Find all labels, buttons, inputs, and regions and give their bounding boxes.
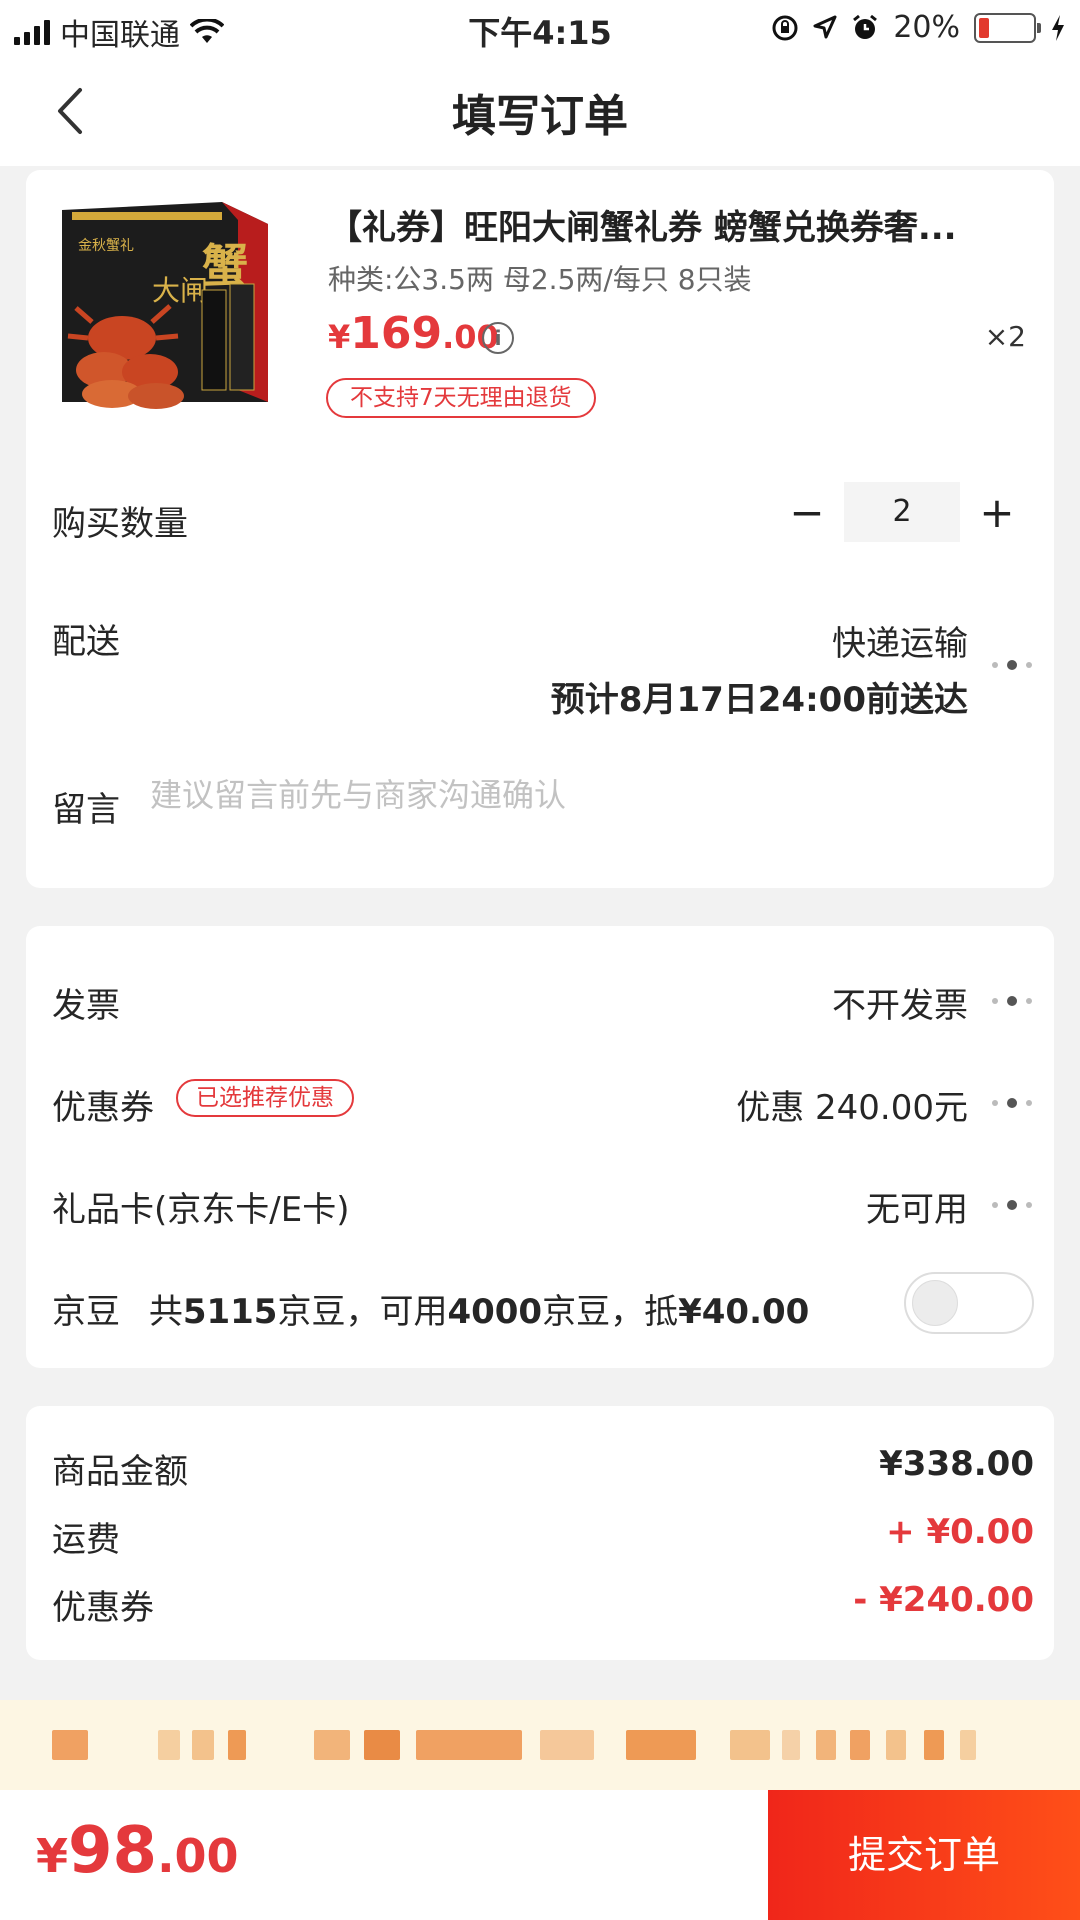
svg-text:金秋蟹礼: 金秋蟹礼: [78, 238, 134, 254]
quantity-value[interactable]: 2: [844, 482, 960, 542]
orientation-lock-icon: [772, 15, 798, 40]
product-price: ¥169.00: [328, 308, 499, 359]
jd-bean-prefix: 共: [148, 1292, 183, 1332]
shipping-label: 运费: [52, 1520, 120, 1560]
goods-amount-label: 商品金额: [52, 1452, 188, 1492]
promo-banner-blurred: [0, 1700, 1080, 1790]
giftcard-label: 礼品卡(京东卡/E卡): [52, 1190, 350, 1230]
quantity-stepper: − 2 +: [770, 482, 1034, 542]
coupon-more-icon[interactable]: [992, 1098, 1032, 1108]
delivery-method[interactable]: 快递运输: [832, 616, 968, 665]
total-integer: 98: [68, 1814, 158, 1888]
delivery-label: 配送: [52, 622, 120, 662]
page-title: 填写订单: [452, 91, 628, 142]
submit-order-button[interactable]: 提交订单: [768, 1790, 1080, 1920]
benefits-card: 发票 不开发票 优惠券 已选推荐优惠 优惠 240.00元 礼品卡(京东卡/E卡…: [26, 926, 1054, 1368]
summary-coupon-label: 优惠券: [52, 1588, 154, 1628]
coupon-tag: 已选推荐优惠: [176, 1079, 354, 1117]
product-quantity: ×2: [984, 320, 1026, 353]
total-currency: ¥: [36, 1829, 69, 1883]
svg-text:大闸: 大闸: [152, 274, 208, 307]
return-policy-badge: 不支持7天无理由退货: [326, 378, 596, 418]
product-image[interactable]: 蟹 大闸 金秋蟹礼: [52, 190, 286, 422]
coupon-label: 优惠券: [52, 1088, 154, 1128]
blur-block: [730, 1730, 770, 1760]
price-currency: ¥: [328, 318, 351, 356]
total-price: ¥98.00: [36, 1814, 239, 1888]
blur-block: [416, 1730, 522, 1760]
info-icon[interactable]: i: [482, 322, 514, 354]
blur-block: [158, 1730, 180, 1760]
jd-bean-usable: 4000: [447, 1292, 543, 1332]
blur-block: [886, 1730, 906, 1760]
summary-coupon-value: - ¥240.00: [853, 1580, 1034, 1620]
status-bar: 中国联通 下午4:15 20%: [0, 0, 1080, 56]
nav-bar: 填写订单: [0, 56, 1080, 166]
delivery-estimate[interactable]: 预计8月17日24:00前送达: [551, 672, 968, 721]
message-input[interactable]: [150, 776, 1010, 814]
order-card: 蟹 大闸 金秋蟹礼 【礼券】旺阳大闸蟹礼券 螃蟹兑换券奢... 种类:公3.5两…: [26, 170, 1054, 888]
product-spec: 种类:公3.5两 母2.5两/每只 8只装: [328, 263, 752, 296]
status-right: 20%: [771, 10, 1066, 45]
blur-block: [314, 1730, 350, 1760]
invoice-label: 发票: [52, 986, 120, 1026]
more-dots-icon[interactable]: [992, 660, 1032, 670]
charging-icon: [1052, 14, 1064, 41]
goods-amount-value: ¥338.00: [879, 1444, 1034, 1484]
quantity-minus-button[interactable]: −: [770, 482, 844, 542]
crab-gift-box-image: 蟹 大闸 金秋蟹礼: [52, 190, 286, 422]
blur-block: [782, 1730, 800, 1760]
jd-bean-toggle[interactable]: [904, 1272, 1034, 1334]
toggle-knob: [912, 1280, 958, 1326]
jd-bean-row: 京豆 共5115京豆，可用4000京豆，抵¥40.00: [52, 1284, 809, 1333]
coupon-value[interactable]: 优惠 240.00元: [736, 1080, 968, 1129]
giftcard-value[interactable]: 无可用: [866, 1182, 968, 1231]
product-title[interactable]: 【礼券】旺阳大闸蟹礼券 螃蟹兑换券奢...: [328, 200, 1028, 249]
jd-bean-total: 5115: [182, 1292, 278, 1332]
battery-level: [979, 17, 990, 38]
blur-block: [816, 1730, 836, 1760]
summary-card: 商品金额 ¥338.00 运费 + ¥0.00 优惠券 - ¥240.00: [26, 1406, 1054, 1660]
jd-bean-offset: ¥40.00: [678, 1292, 810, 1332]
jd-bean-mid: 京豆，可用: [277, 1292, 448, 1332]
giftcard-more-icon[interactable]: [992, 1200, 1032, 1210]
blur-block: [192, 1730, 214, 1760]
total-decimal: .00: [157, 1829, 239, 1883]
message-label: 留言: [52, 790, 120, 830]
blur-block: [364, 1730, 400, 1760]
blur-block: [626, 1730, 696, 1760]
checkout-bar: ¥98.00 提交订单: [0, 1790, 1080, 1920]
alarm-icon: [853, 14, 878, 39]
blur-block: [960, 1730, 976, 1760]
quantity-plus-button[interactable]: +: [960, 482, 1034, 542]
jd-bean-label: 京豆: [52, 1292, 120, 1332]
shipping-value: + ¥0.00: [886, 1512, 1034, 1552]
invoice-value[interactable]: 不开发票: [832, 978, 968, 1027]
price-integer: 169: [350, 308, 443, 359]
blur-block: [924, 1730, 944, 1760]
blur-block: [52, 1730, 88, 1760]
jd-bean-mid2: 京豆，抵: [542, 1292, 679, 1332]
invoice-more-icon[interactable]: [992, 996, 1032, 1006]
quantity-label: 购买数量: [52, 504, 188, 544]
blur-block: [850, 1730, 870, 1760]
location-icon: [813, 15, 837, 38]
battery-percent: 20%: [893, 10, 960, 45]
blur-block: [228, 1730, 246, 1760]
battery-icon: [974, 12, 1041, 43]
blur-block: [540, 1730, 594, 1760]
